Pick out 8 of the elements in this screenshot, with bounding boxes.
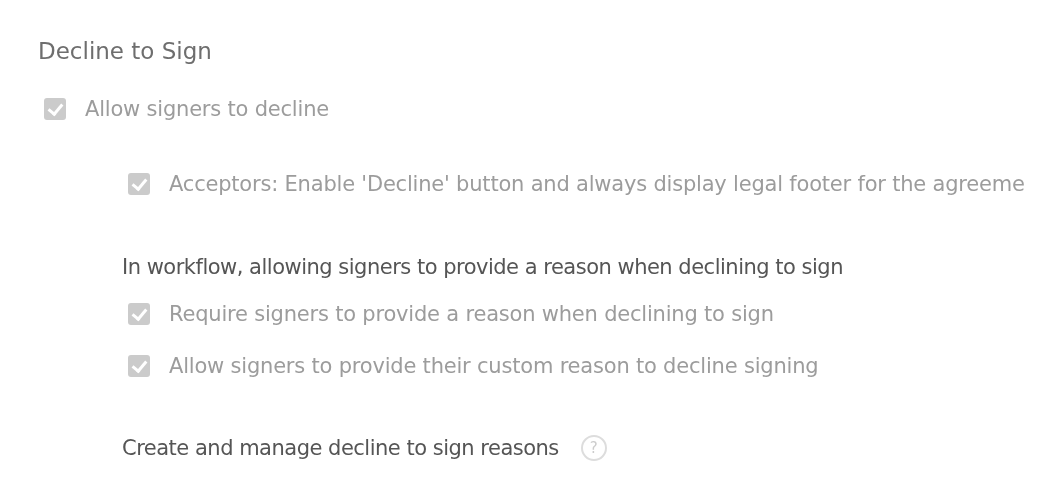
option-label: Allow signers to decline [85, 96, 329, 123]
reasons-label: Create and manage decline to sign reasons [122, 435, 559, 462]
option-label: Allow signers to provide their custom reason to decline signing [169, 353, 819, 380]
option-label: Require signers to provide a reason when declining to sign [169, 301, 774, 328]
help-icon[interactable]: ? [580, 435, 607, 461]
workflow-heading: In workflow, allowing signers to provide a reason when declining to sign [122, 254, 844, 281]
option-label: Acceptors: Enable 'Decline' button and always display legal footer for the agreeme [169, 171, 1025, 198]
section-title: Decline to Sign [38, 37, 213, 66]
